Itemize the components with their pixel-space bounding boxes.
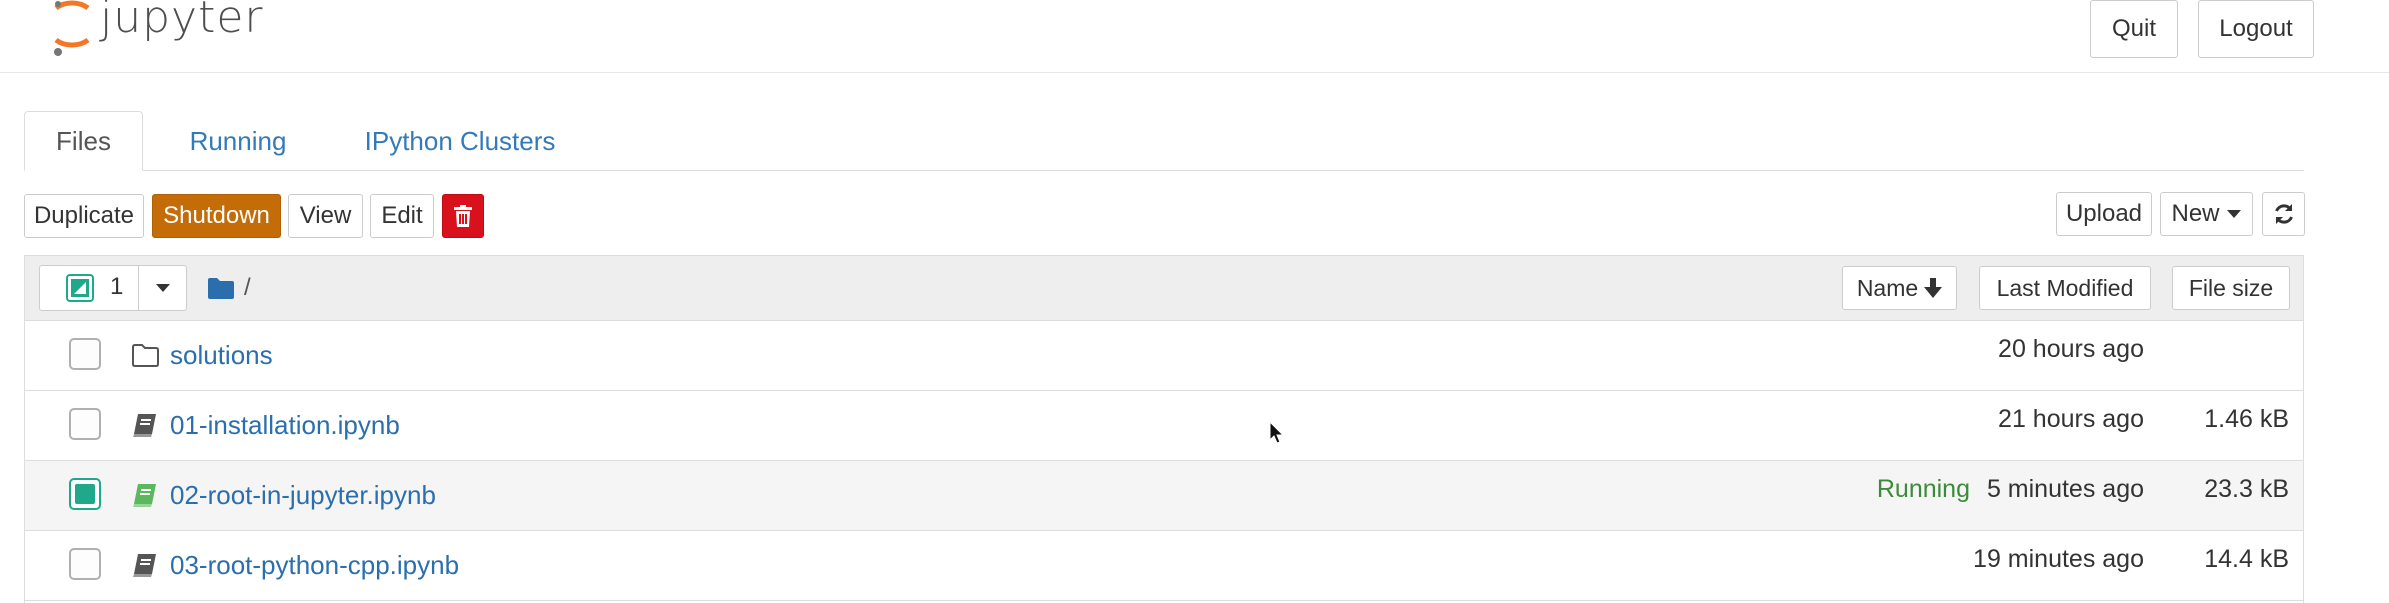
sort-name-button[interactable]: Name [1842,266,1957,310]
running-status: Running [1876,475,1970,503]
tab-running[interactable]: Running [154,111,322,171]
sort-last-modified-button[interactable]: Last Modified [1979,266,2151,310]
partial-check-icon [71,279,89,297]
logo-text: jupyter [100,0,264,43]
last-modified: 21 hours ago [1998,405,2144,433]
notebook-icon [133,414,156,437]
arrow-down-icon [1924,278,1943,298]
file-list-header: 1 / Name Last Modified File size [25,256,2303,321]
folder-outline-icon [132,344,159,367]
row-checkbox[interactable] [69,548,101,580]
delete-button[interactable] [442,194,484,238]
tab-files[interactable]: Files [24,111,143,171]
notebook-icon [133,554,156,577]
list-item[interactable]: 03-root-python-cpp.ipynb 19 minutes ago … [25,531,2303,601]
refresh-icon [2274,204,2293,224]
file-list: 1 / Name Last Modified File size solutio… [24,255,2304,603]
edit-button[interactable]: Edit [370,194,434,238]
caret-down-icon [155,284,170,292]
view-button[interactable]: View [288,194,363,238]
shutdown-button[interactable]: Shutdown [152,194,281,238]
file-name-link[interactable]: 01-installation.ipynb [170,410,400,441]
file-size: 14.4 kB [2204,545,2289,573]
file-size: 1.46 kB [2204,405,2289,433]
logout-button[interactable]: Logout [2198,0,2314,58]
new-dropdown-button[interactable]: New [2160,192,2253,236]
file-size: 23.3 kB [2204,475,2289,503]
select-all-checkbox[interactable]: 1 [40,266,139,310]
selected-count: 1 [110,273,124,300]
select-all-checkbox-box [66,274,94,302]
select-dropdown-toggle[interactable] [139,266,186,310]
file-name-link[interactable]: 03-root-python-cpp.ipynb [170,550,459,581]
breadcrumb-path[interactable]: / [244,274,251,302]
last-modified: 5 minutes ago [1986,475,2144,503]
jupyter-logo-icon [54,0,90,56]
tab-ipython-clusters[interactable]: IPython Clusters [332,111,588,171]
upload-button[interactable]: Upload [2056,192,2152,236]
caret-down-icon [2226,210,2241,218]
tab-bar: Files Running IPython Clusters [24,111,2304,171]
file-name-link[interactable]: 02-root-in-jupyter.ipynb [170,480,436,511]
refresh-button[interactable] [2262,192,2305,236]
trash-icon [454,205,472,227]
quit-button[interactable]: Quit [2090,0,2178,58]
notebook-running-icon [133,484,156,507]
new-label: New [2171,200,2220,227]
last-modified: 20 hours ago [1998,335,2144,363]
last-modified: 19 minutes ago [1973,545,2144,573]
row-checkbox[interactable] [69,408,101,440]
folder-icon[interactable] [208,277,234,299]
breadcrumb: / [208,274,251,302]
header: jupyter Quit Logout [0,0,2389,73]
mouse-cursor-icon [1269,421,1285,444]
file-name-link[interactable]: solutions [170,340,273,371]
jupyter-logo[interactable]: jupyter [50,0,264,62]
list-item[interactable]: solutions 20 hours ago [25,321,2303,391]
duplicate-button[interactable]: Duplicate [24,194,144,238]
sort-name-label: Name [1856,274,1919,301]
list-item[interactable]: 02-root-in-jupyter.ipynb Running 5 minut… [25,461,2303,531]
row-checkbox[interactable] [69,478,101,510]
select-all-group[interactable]: 1 [39,265,187,311]
sort-file-size-button[interactable]: File size [2172,266,2290,310]
row-checkbox[interactable] [69,338,101,370]
list-item[interactable]: 01-installation.ipynb 21 hours ago 1.46 … [25,391,2303,461]
